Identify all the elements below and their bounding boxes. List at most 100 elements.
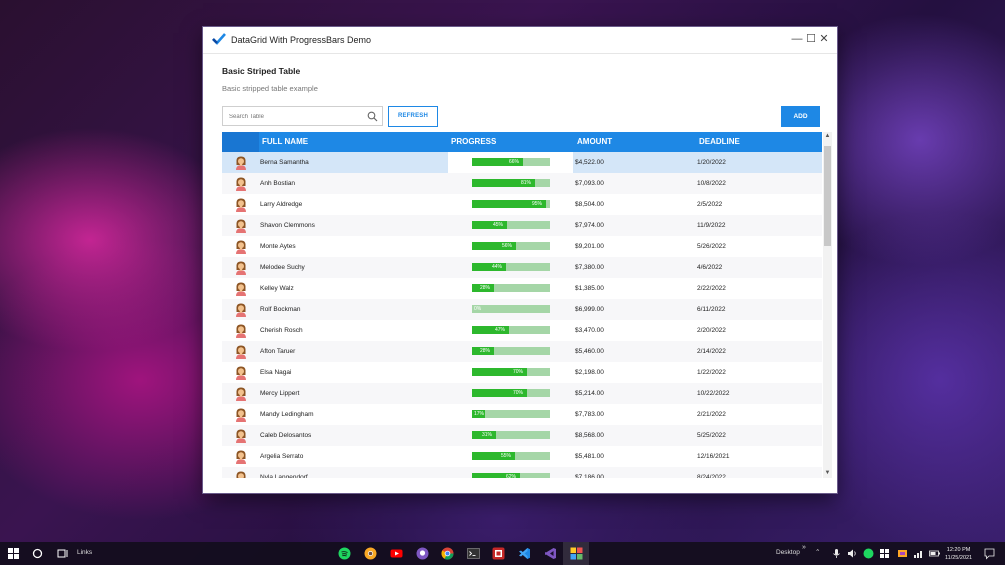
- cell-full-name[interactable]: Elsa Nagai: [260, 362, 291, 383]
- vertical-scrollbar[interactable]: ▲ ▼: [823, 132, 832, 478]
- chrome-canary-icon[interactable]: [364, 547, 377, 560]
- terminal-icon[interactable]: [467, 547, 480, 560]
- cell-deadline[interactable]: 11/9/2022: [697, 215, 725, 236]
- cell-progress[interactable]: 70%: [448, 362, 573, 383]
- column-header-deadline[interactable]: DEADLINE: [699, 132, 740, 152]
- cell-full-name[interactable]: Melodee Suchy: [260, 257, 305, 278]
- cell-progress[interactable]: 56%: [448, 236, 573, 257]
- youtube-icon[interactable]: [390, 547, 403, 560]
- cell-progress[interactable]: 28%: [448, 278, 573, 299]
- cell-progress[interactable]: 55%: [448, 446, 573, 467]
- table-row[interactable]: Nyla Langendorf 62% $7,186.00 8/24/2022: [222, 467, 822, 478]
- cell-deadline[interactable]: 6/11/2022: [697, 299, 725, 320]
- cell-amount[interactable]: $9,201.00: [575, 236, 604, 257]
- cell-progress[interactable]: 47%: [448, 320, 573, 341]
- search-input[interactable]: [229, 110, 369, 123]
- network-icon[interactable]: [912, 547, 925, 560]
- vscode-icon[interactable]: [518, 547, 531, 560]
- table-row[interactable]: Kelley Walz 28% $1,385.00 2/22/2022: [222, 278, 822, 299]
- cell-amount[interactable]: $8,504.00: [575, 194, 604, 215]
- title-bar[interactable]: DataGrid With ProgressBars Demo — ☐ ✕: [203, 27, 837, 54]
- table-row[interactable]: Caleb Delosantos 31% $8,568.00 5/25/2022: [222, 425, 822, 446]
- cell-deadline[interactable]: 2/5/2022: [697, 194, 722, 215]
- cell-full-name[interactable]: Kelley Walz: [260, 278, 294, 299]
- datagrid-demo-app-icon[interactable]: [570, 547, 583, 560]
- cell-amount[interactable]: $7,783.00: [575, 404, 604, 425]
- cell-full-name[interactable]: Rolf Bockman: [260, 299, 300, 320]
- table-row[interactable]: Elsa Nagai 70% $2,198.00 1/22/2022: [222, 362, 822, 383]
- table-row[interactable]: Mercy Lippert 70% $5,214.00 10/22/2022: [222, 383, 822, 404]
- cell-progress[interactable]: 0%: [448, 299, 573, 320]
- microphone-icon[interactable]: [830, 547, 843, 560]
- volume-icon[interactable]: [846, 547, 859, 560]
- refresh-button[interactable]: REFRESH: [388, 106, 438, 127]
- chrome-icon[interactable]: [441, 547, 454, 560]
- cell-deadline[interactable]: 10/8/2022: [697, 173, 726, 194]
- spotify-tray-icon[interactable]: [862, 547, 875, 560]
- cell-amount[interactable]: $8,568.00: [575, 425, 604, 446]
- cell-deadline[interactable]: 1/22/2022: [697, 362, 726, 383]
- desktop-toolbar[interactable]: Desktop: [776, 549, 800, 556]
- visual-studio-icon[interactable]: [544, 547, 557, 560]
- cell-progress[interactable]: 45%: [448, 215, 573, 236]
- table-row[interactable]: Monte Aytes 56% $9,201.00 5/26/2022: [222, 236, 822, 257]
- tray-colorful-icon[interactable]: [896, 547, 909, 560]
- windows-start-icon[interactable]: [7, 547, 20, 560]
- cell-deadline[interactable]: 8/24/2022: [697, 467, 726, 478]
- search-icon[interactable]: [367, 111, 378, 122]
- table-row[interactable]: Cherish Rosch 47% $3,470.00 2/20/2022: [222, 320, 822, 341]
- cell-full-name[interactable]: Cherish Rosch: [260, 320, 303, 341]
- cell-full-name[interactable]: Afton Taruer: [260, 341, 295, 362]
- cell-full-name[interactable]: Argelia Serrato: [260, 446, 303, 467]
- cell-deadline[interactable]: 2/21/2022: [697, 404, 726, 425]
- links-toolbar[interactable]: Links: [77, 549, 92, 556]
- search-box[interactable]: [222, 106, 383, 126]
- column-header-progress[interactable]: PROGRESS: [451, 132, 496, 152]
- tray-chevron-icon[interactable]: ⌃: [815, 548, 820, 556]
- scrollbar-thumb[interactable]: [824, 146, 831, 246]
- cell-full-name[interactable]: Monte Aytes: [260, 236, 296, 257]
- cell-amount[interactable]: $2,198.00: [575, 362, 604, 383]
- app-red-icon[interactable]: [492, 547, 505, 560]
- table-row[interactable]: Berna Samantha 66% $4,522.00 1/20/2022: [222, 152, 822, 173]
- cell-full-name[interactable]: Caleb Delosantos: [260, 425, 311, 446]
- minimize-button[interactable]: —: [791, 32, 803, 46]
- cell-full-name[interactable]: Nyla Langendorf: [260, 467, 308, 478]
- cell-amount[interactable]: $7,974.00: [575, 215, 604, 236]
- cell-amount[interactable]: $5,460.00: [575, 341, 604, 362]
- table-row[interactable]: Argelia Serrato 55% $5,481.00 12/16/2021: [222, 446, 822, 467]
- table-row[interactable]: Afton Taruer 28% $5,460.00 2/14/2022: [222, 341, 822, 362]
- cell-progress[interactable]: 70%: [448, 383, 573, 404]
- scroll-down-icon[interactable]: ▼: [823, 469, 832, 478]
- cell-progress[interactable]: 17%: [448, 404, 573, 425]
- cell-amount[interactable]: $3,470.00: [575, 320, 604, 341]
- toolbar-overflow-icon[interactable]: »: [802, 544, 806, 551]
- search-circle-icon[interactable]: [31, 547, 44, 560]
- cell-amount[interactable]: $1,385.00: [575, 278, 604, 299]
- add-button[interactable]: ADD: [781, 106, 820, 127]
- cell-amount[interactable]: $4,522.00: [575, 152, 604, 173]
- cell-progress[interactable]: 95%: [448, 194, 573, 215]
- cell-amount[interactable]: $6,999.00: [575, 299, 604, 320]
- row-header-corner[interactable]: [222, 132, 259, 152]
- table-row[interactable]: Shavon Clemmons 45% $7,974.00 11/9/2022: [222, 215, 822, 236]
- spotify-icon[interactable]: [338, 547, 351, 560]
- scroll-up-icon[interactable]: ▲: [823, 132, 832, 141]
- battery-icon[interactable]: [928, 547, 941, 560]
- table-row[interactable]: Mandy Ledingham 17% $7,783.00 2/21/2022: [222, 404, 822, 425]
- cell-deadline[interactable]: 4/6/2022: [697, 257, 722, 278]
- cell-progress[interactable]: 66%: [448, 152, 573, 173]
- column-header-full-name[interactable]: FULL NAME: [262, 132, 308, 152]
- cell-amount[interactable]: $7,380.00: [575, 257, 604, 278]
- cell-amount[interactable]: $5,214.00: [575, 383, 604, 404]
- cell-deadline[interactable]: 10/22/2022: [697, 383, 730, 404]
- system-clock[interactable]: 12:20 PM 11/25/2021: [945, 546, 972, 562]
- column-header-amount[interactable]: AMOUNT: [577, 132, 612, 152]
- cell-progress[interactable]: 28%: [448, 341, 573, 362]
- cell-full-name[interactable]: Larry Aldredge: [260, 194, 302, 215]
- table-row[interactable]: Rolf Bockman 0% $6,999.00 6/11/2022: [222, 299, 822, 320]
- maximize-button[interactable]: ☐: [805, 32, 817, 46]
- cell-full-name[interactable]: Mercy Lippert: [260, 383, 299, 404]
- cell-deadline[interactable]: 2/22/2022: [697, 278, 726, 299]
- table-row[interactable]: Melodee Suchy 44% $7,380.00 4/6/2022: [222, 257, 822, 278]
